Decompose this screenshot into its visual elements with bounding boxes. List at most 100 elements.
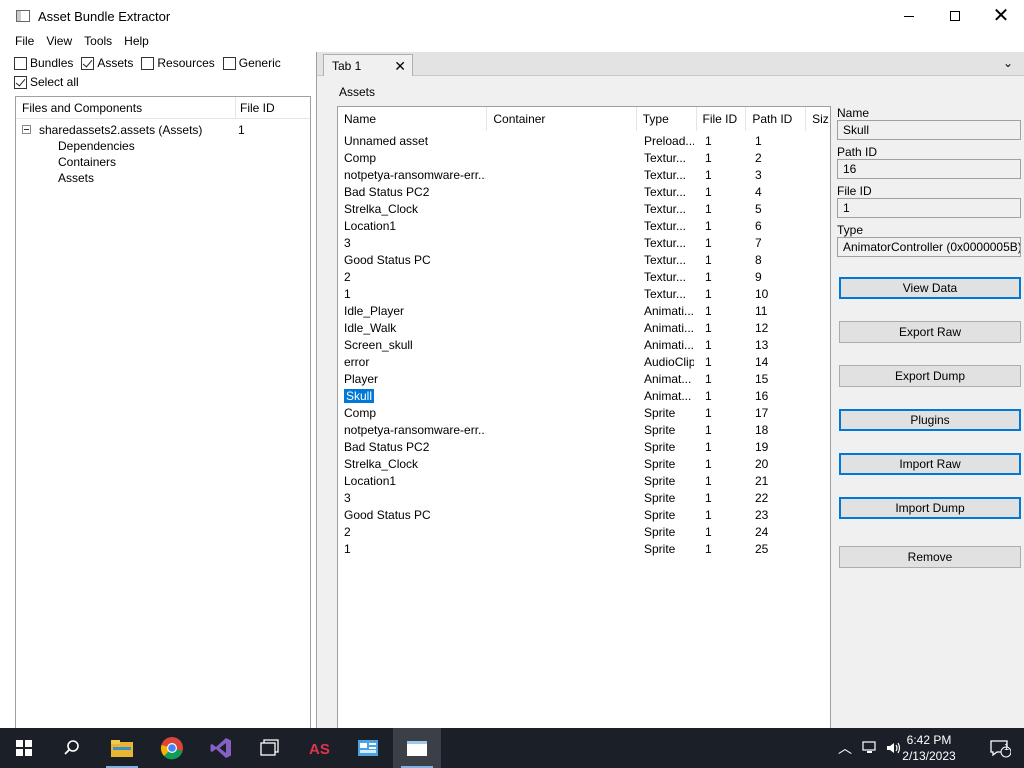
tab-menu-chevron-icon[interactable]: ⌄ (1003, 56, 1013, 70)
file-tree[interactable]: Files and Components File ID sharedasset… (15, 96, 311, 730)
menu-help[interactable]: Help (118, 32, 155, 52)
chrome-icon[interactable] (148, 728, 196, 768)
control-panel-icon[interactable] (344, 728, 392, 768)
table-row[interactable]: Idle_Player Animati... 1 11 (338, 303, 830, 320)
asset-studio-icon[interactable]: AS (295, 728, 343, 768)
table-row[interactable]: error AudioClip 1 14 (338, 354, 830, 371)
import-raw-button[interactable]: Import Raw (839, 453, 1021, 475)
table-row[interactable]: 2 Textur... 1 9 (338, 269, 830, 286)
minimize-icon (904, 15, 914, 17)
type-field[interactable]: AnimatorController (0x0000005B) (837, 237, 1021, 257)
cell-name: 1 (344, 542, 351, 556)
col-header-type[interactable]: Type (637, 107, 697, 131)
tree-expander-icon[interactable] (22, 125, 31, 134)
filter-bundles[interactable]: Bundles (14, 56, 73, 70)
assets-checkbox[interactable] (81, 56, 95, 70)
import-dump-button[interactable]: Import Dump (839, 497, 1021, 519)
notification-center-icon[interactable]: 1 (976, 728, 1024, 768)
col-header-size[interactable]: Siz (806, 107, 830, 131)
table-row[interactable]: Bad Status PC2 Textur... 1 4 (338, 184, 830, 201)
export-raw-button[interactable]: Export Raw (839, 321, 1021, 343)
view-data-button[interactable]: View Data (839, 277, 1021, 299)
table-row[interactable]: Location1 Textur... 1 6 (338, 218, 830, 235)
select-all[interactable]: Select all (14, 75, 79, 89)
tree-item-dependencies[interactable]: Dependencies (58, 138, 135, 154)
col-header-path-id[interactable]: Path ID (746, 107, 807, 131)
remove-button[interactable]: Remove (839, 546, 1021, 568)
table-row[interactable]: Strelka_Clock Sprite 1 20 (338, 456, 830, 473)
table-row[interactable]: notpetya-ransomware-err... Sprite 1 18 (338, 422, 830, 439)
cell-container (494, 269, 634, 286)
table-row[interactable]: 1 Sprite 1 25 (338, 541, 830, 558)
tree-item-containers[interactable]: Containers (58, 154, 116, 170)
table-row[interactable]: Skull Animat... 1 16 (338, 388, 830, 405)
taskbar-clock[interactable]: 6:42 PM 2/13/2023 (894, 732, 964, 764)
table-row[interactable]: Unnamed asset Preload... 1 1 (338, 133, 830, 150)
bundles-checkbox[interactable] (14, 56, 27, 70)
search-icon[interactable] (48, 728, 96, 768)
table-row[interactable]: Comp Textur... 1 2 (338, 150, 830, 167)
network-icon[interactable] (862, 741, 878, 755)
export-dump-button[interactable]: Export Dump (839, 365, 1021, 387)
table-row[interactable]: notpetya-ransomware-err... Textur... 1 3 (338, 167, 830, 184)
tree-item-assets[interactable]: Assets (58, 170, 94, 186)
tray-chevron-up-icon[interactable]: ︿ (838, 738, 852, 758)
tab-1[interactable]: Tab 1 ✕ (323, 54, 413, 76)
table-row[interactable]: Comp Sprite 1 17 (338, 405, 830, 422)
tree-root-item[interactable]: sharedassets2.assets (Assets) (39, 122, 202, 138)
cell-path-id: 7 (755, 236, 762, 250)
menu-view[interactable]: View (40, 32, 78, 52)
file-explorer-icon[interactable] (98, 728, 146, 768)
table-row[interactable]: Strelka_Clock Textur... 1 5 (338, 201, 830, 218)
cell-file-id: 1 (705, 253, 712, 267)
col-header-file-id[interactable]: File ID (697, 107, 747, 131)
cell-type: Textur... (644, 219, 687, 233)
table-row[interactable]: Screen_skull Animati... 1 13 (338, 337, 830, 354)
start-icon[interactable] (0, 728, 48, 768)
filter-generic[interactable]: Generic (222, 56, 281, 70)
generic-checkbox[interactable] (222, 56, 236, 70)
cell-type: Preload... (644, 134, 694, 148)
task-view-icon[interactable] (246, 728, 294, 768)
col-header-name[interactable]: Name (338, 107, 488, 131)
table-row[interactable]: 2 Sprite 1 24 (338, 524, 830, 541)
file-id-field[interactable]: 1 (837, 198, 1021, 218)
tree-header-file-id[interactable]: File ID (236, 97, 275, 118)
plugins-button[interactable]: Plugins (839, 409, 1021, 431)
select-all-checkbox[interactable] (14, 75, 27, 89)
menu-file[interactable]: File (9, 32, 40, 52)
tab-close-icon[interactable]: ✕ (394, 59, 406, 73)
cell-container (494, 405, 634, 422)
table-row[interactable]: Location1 Sprite 1 21 (338, 473, 830, 490)
table-row[interactable]: 1 Textur... 1 10 (338, 286, 830, 303)
asset-list[interactable]: Name Container Type File ID Path ID Siz … (337, 106, 831, 768)
table-row[interactable]: Good Status PC Textur... 1 8 (338, 252, 830, 269)
cell-container (494, 167, 634, 184)
filter-resources[interactable]: Resources (141, 56, 215, 70)
asset-bundle-extractor-icon[interactable] (393, 728, 441, 768)
table-row[interactable]: Good Status PC Sprite 1 23 (338, 507, 830, 524)
minimize-button[interactable] (886, 0, 932, 32)
path-id-field[interactable]: 16 (837, 159, 1021, 179)
cell-path-id: 5 (755, 202, 762, 216)
cell-name: Idle_Player (344, 304, 405, 318)
cell-type: Textur... (644, 253, 687, 267)
cell-file-id: 1 (705, 508, 712, 522)
menu-tools[interactable]: Tools (78, 32, 118, 52)
close-button[interactable]: ✕ (978, 0, 1024, 32)
maximize-button[interactable] (932, 0, 978, 32)
filter-assets[interactable]: Assets (81, 56, 133, 70)
visual-studio-icon[interactable] (197, 728, 245, 768)
table-row[interactable]: 3 Textur... 1 7 (338, 235, 830, 252)
table-row[interactable]: Bad Status PC2 Sprite 1 19 (338, 439, 830, 456)
name-field[interactable]: Skull (837, 120, 1021, 140)
table-row[interactable]: Idle_Walk Animati... 1 12 (338, 320, 830, 337)
table-row[interactable]: Player Animat... 1 15 (338, 371, 830, 388)
cell-container (494, 150, 634, 167)
filter-bar: Bundles Assets Resources Generic (14, 55, 289, 71)
resources-checkbox[interactable] (141, 56, 155, 70)
tree-header-files[interactable]: Files and Components (16, 97, 236, 118)
cell-container (494, 439, 634, 456)
col-header-container[interactable]: Container (487, 107, 637, 131)
table-row[interactable]: 3 Sprite 1 22 (338, 490, 830, 507)
